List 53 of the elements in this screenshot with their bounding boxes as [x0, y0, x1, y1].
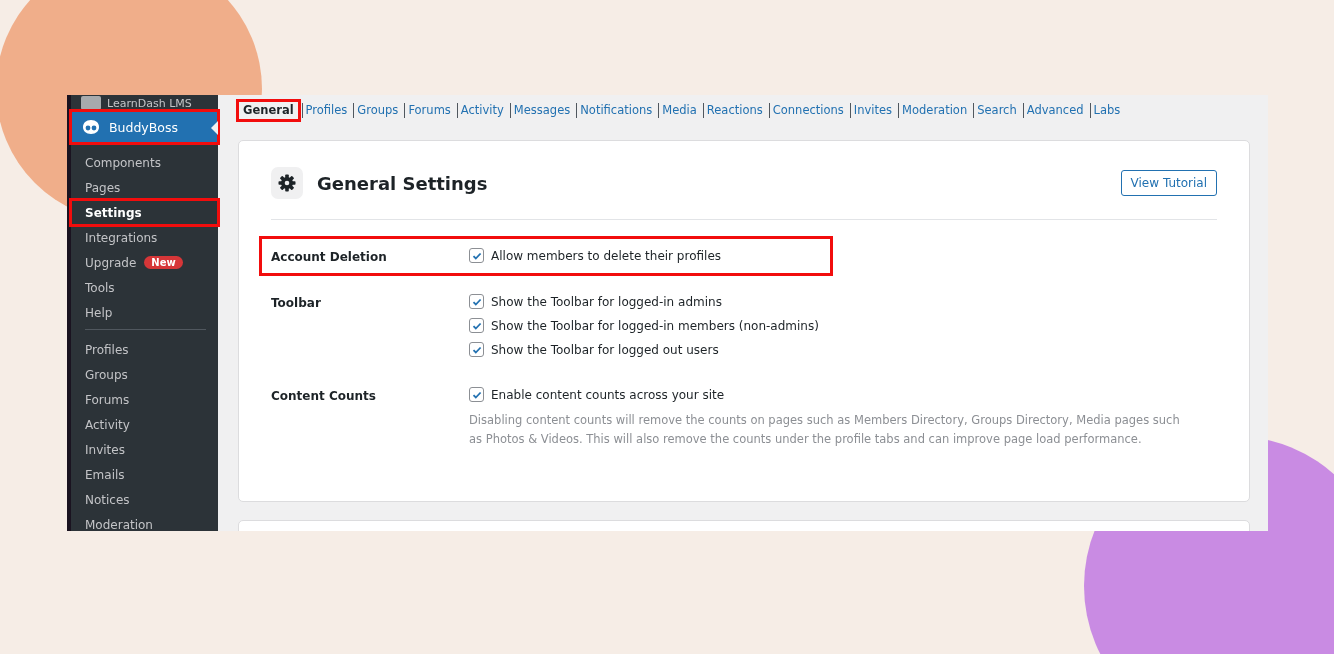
submenu-item[interactable]: Notices [71, 487, 218, 512]
settings-tab[interactable]: Labs [1089, 102, 1124, 118]
submenu-item[interactable]: Forums [71, 387, 218, 412]
menu-item[interactable]: LearnDash LMS [107, 96, 192, 110]
checkbox-label: Allow members to delete their profiles [491, 248, 722, 263]
submenu-item[interactable]: Pages [71, 175, 218, 200]
settings-tab[interactable]: Groups [353, 102, 402, 118]
setting-label: Content Counts [271, 388, 377, 405]
settings-tab[interactable]: Activity [456, 102, 507, 118]
submenu-item[interactable]: Invites [71, 437, 218, 462]
settings-tab[interactable]: Profiles [301, 102, 351, 118]
checkbox[interactable] [469, 387, 484, 402]
settings-tab[interactable]: Search [973, 102, 1020, 118]
settings-tab[interactable]: Invites [849, 102, 896, 118]
submenu-item[interactable]: Upgrade New [71, 250, 218, 275]
menu-item[interactable]: BuddyBoss [71, 111, 218, 143]
checkbox-label: Show the Toolbar for logged-in admins [491, 294, 722, 309]
submenu-item[interactable]: Settings [71, 200, 218, 225]
new-badge: New [144, 256, 183, 269]
settings-tab[interactable]: Moderation [898, 102, 971, 118]
submenu-item[interactable]: Activity [71, 412, 218, 437]
setting-description: Disabling content counts will remove the counts on pages such as Members Directory, Groups Directory, Media pages such as Photos & Videos. This will also remove the counts under the profile tabs and can improve page load performance. [469, 412, 1181, 448]
checkbox[interactable] [469, 318, 484, 333]
checkbox-label: Show the Toolbar for logged-in members (non-admins) [491, 318, 819, 333]
submenu-item[interactable]: Emails [71, 462, 218, 487]
settings-tab[interactable]: Messages [509, 102, 574, 118]
settings-tab[interactable]: Forums [404, 102, 454, 118]
card-title: General Settings [317, 172, 489, 194]
logo-icon [81, 118, 101, 136]
settings-tab[interactable]: General [238, 100, 299, 120]
monitor-icon [81, 96, 101, 110]
checkbox[interactable] [469, 248, 484, 263]
submenu-item[interactable]: Components [71, 150, 218, 175]
settings-tab[interactable]: Media [658, 102, 700, 118]
checkbox-label: Show the Toolbar for logged out users [491, 342, 719, 357]
settings-icon [271, 167, 303, 199]
submenu-item[interactable]: Tools [71, 275, 218, 300]
submenu-item[interactable]: Help [71, 300, 218, 325]
submenu-item[interactable]: Profiles [71, 337, 218, 362]
menu-pointer [211, 121, 218, 135]
setting-label: Account Deletion [271, 249, 388, 264]
setting-label: Toolbar [271, 295, 322, 312]
settings-tab[interactable]: Notifications [576, 102, 656, 118]
submenu-item[interactable]: Integrations [71, 225, 218, 250]
view-tutorial-button[interactable]: View Tutorial [1120, 170, 1217, 196]
submenu-item[interactable]: Moderation [71, 512, 218, 531]
settings-tab[interactable]: Advanced [1022, 102, 1087, 118]
submenu-item[interactable]: Groups [71, 362, 218, 387]
checkbox[interactable] [469, 342, 484, 357]
checkbox-label: Enable content counts across your site [491, 387, 725, 402]
settings-tab[interactable]: Reactions [702, 102, 766, 118]
checkbox[interactable] [469, 294, 484, 309]
settings-tab[interactable]: Connections [768, 102, 847, 118]
